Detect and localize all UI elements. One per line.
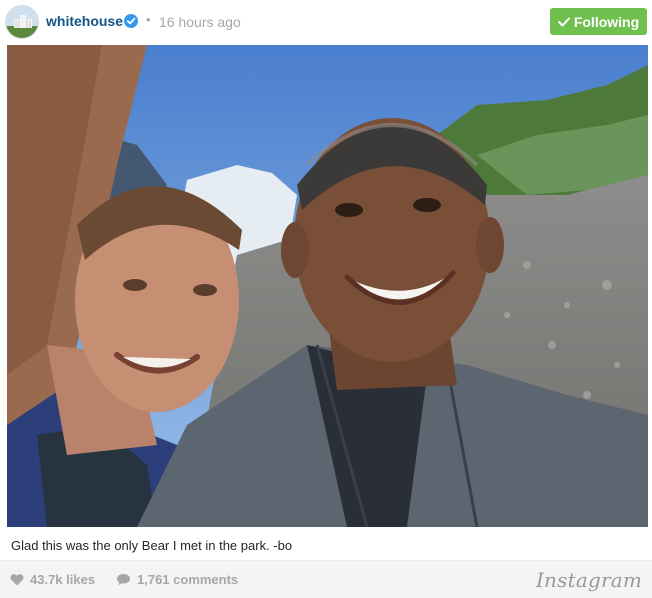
following-button[interactable]: Following (550, 8, 647, 35)
instagram-logo[interactable]: Instagram (536, 568, 642, 592)
comments-label: 1,761 comments (137, 572, 239, 587)
following-button-label: Following (573, 13, 640, 30)
separator-dot: • (146, 12, 151, 27)
comments-count[interactable]: 1,761 comments (116, 572, 238, 587)
verified-badge-icon (124, 14, 138, 28)
likes-label: 43.7k likes (30, 572, 96, 587)
checkmark-icon (557, 17, 570, 26)
post-timestamp[interactable]: 16 hours ago (159, 14, 241, 30)
post-photo[interactable] (7, 45, 648, 527)
post-header: whitehouse • 16 hours ago Following (0, 0, 652, 44)
likes-count[interactable]: 43.7k likes (10, 572, 95, 587)
post-caption: Glad this was the only Bear I met in the… (11, 538, 293, 553)
heart-icon (10, 574, 24, 586)
avatar-image (6, 6, 38, 38)
comment-bubble-icon (117, 574, 130, 585)
selfie-photo-illustration (7, 45, 648, 527)
username-link[interactable]: whitehouse (46, 13, 123, 29)
avatar[interactable] (5, 5, 39, 39)
post-footer: 43.7k likes 1,761 comments Instagram (0, 560, 652, 598)
